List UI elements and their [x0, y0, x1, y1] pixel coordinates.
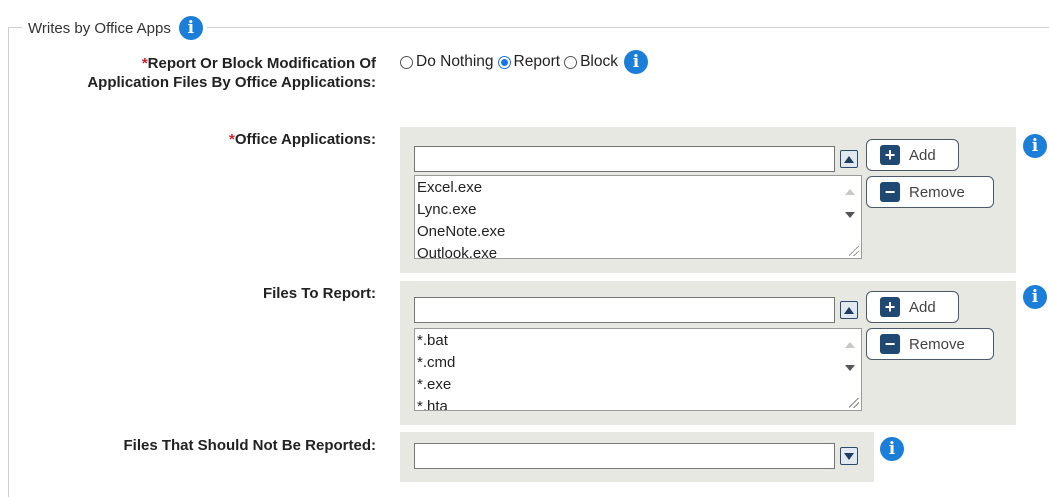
files-not-reported-label-text: Files That Should Not Be Reported: — [123, 437, 376, 454]
report-or-block-radio-group: Do Nothing Report Block i — [400, 50, 648, 74]
files-to-report-add-button[interactable]: + Add — [866, 291, 959, 323]
plus-icon: + — [880, 145, 900, 165]
info-icon[interactable]: i — [880, 437, 904, 461]
remove-button-label: Remove — [909, 335, 965, 353]
radio-do-nothing-circle[interactable] — [400, 55, 413, 69]
list-item[interactable]: *.cmd — [417, 352, 839, 374]
files-to-report-label: Files To Report: — [70, 284, 376, 303]
minus-icon: − — [880, 182, 900, 202]
office-applications-label: *Office Applications: — [70, 130, 376, 149]
list-item[interactable]: Excel.exe — [417, 177, 839, 199]
radio-report[interactable]: Report — [497, 53, 561, 71]
info-icon[interactable]: i — [1023, 285, 1047, 309]
scroll-up-icon[interactable] — [845, 189, 855, 195]
add-button-label: Add — [909, 298, 936, 316]
list-item[interactable]: *.bat — [417, 330, 839, 352]
office-applications-add-button[interactable]: + Add — [866, 139, 959, 171]
list-item[interactable]: *.hta — [417, 396, 839, 410]
office-applications-input[interactable] — [414, 146, 835, 172]
list-item[interactable]: *.exe — [417, 374, 839, 396]
scroll-down-icon[interactable] — [845, 365, 855, 371]
minus-icon: − — [880, 334, 900, 354]
scroll-up-icon[interactable] — [845, 342, 855, 348]
plus-icon: + — [880, 297, 900, 317]
collapse-arrow-icon — [844, 306, 854, 314]
files-to-report-input[interactable] — [414, 297, 835, 323]
files-to-report-label-text: Files To Report: — [262, 285, 376, 302]
radio-block-circle[interactable] — [564, 55, 578, 69]
scroll-down-icon[interactable] — [845, 212, 855, 218]
files-not-reported-expand-button[interactable] — [840, 447, 858, 465]
office-applications-collapse-button[interactable] — [840, 150, 858, 168]
report-or-block-label: *Report Or Block Modification Of Applica… — [70, 54, 376, 92]
section-title: Writes by Office Apps — [28, 19, 171, 37]
info-icon[interactable]: i — [1023, 134, 1047, 158]
section-legend: Writes by Office Apps i — [22, 14, 207, 42]
radio-do-nothing[interactable]: Do Nothing — [400, 53, 494, 71]
files-to-report-remove-button[interactable]: − Remove — [866, 328, 994, 360]
section-border-left — [8, 27, 9, 497]
report-or-block-label-text: Report Or Block Modification Of Applicat… — [87, 55, 376, 91]
radio-report-label: Report — [513, 53, 561, 70]
files-to-report-listbox[interactable]: *.bat *.cmd *.exe *.hta — [414, 328, 862, 411]
resize-grip-icon[interactable] — [849, 398, 859, 408]
radio-report-circle[interactable] — [497, 55, 511, 69]
info-icon[interactable]: i — [178, 16, 203, 40]
radio-block[interactable]: Block — [564, 53, 618, 71]
expand-arrow-icon — [844, 452, 854, 460]
office-applications-remove-button[interactable]: − Remove — [866, 176, 994, 208]
files-to-report-collapse-button[interactable] — [840, 301, 858, 319]
collapse-arrow-icon — [844, 155, 854, 163]
remove-button-label: Remove — [909, 183, 965, 201]
radio-do-nothing-label: Do Nothing — [416, 53, 494, 70]
files-not-reported-input[interactable] — [414, 443, 835, 469]
radio-block-label: Block — [580, 53, 618, 70]
resize-grip-icon[interactable] — [849, 246, 859, 256]
office-applications-label-text: Office Applications: — [234, 131, 376, 148]
info-icon[interactable]: i — [623, 50, 648, 74]
list-item[interactable]: Lync.exe — [417, 199, 839, 221]
add-button-label: Add — [909, 146, 936, 164]
office-applications-listbox[interactable]: Excel.exe Lync.exe OneNote.exe Outlook.e… — [414, 175, 862, 259]
files-not-reported-label: Files That Should Not Be Reported: — [20, 436, 376, 455]
list-item[interactable]: OneNote.exe — [417, 221, 839, 243]
list-item[interactable]: Outlook.exe — [417, 243, 839, 258]
